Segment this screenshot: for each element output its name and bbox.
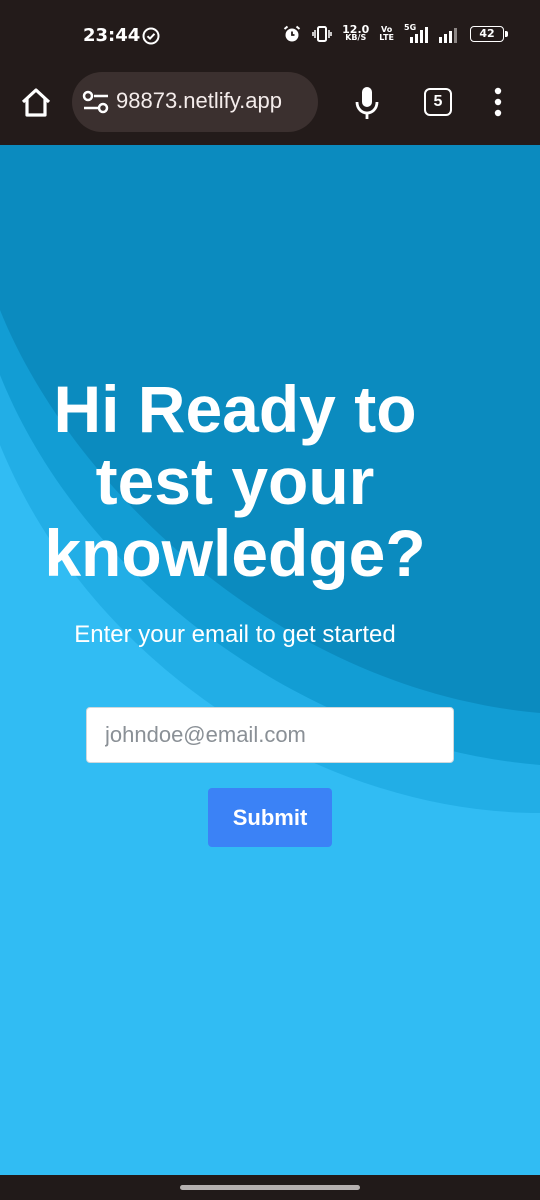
url-bar[interactable]: 98873.netlify.app — [72, 72, 318, 132]
check-circle-icon — [142, 27, 160, 45]
page-heading: Hi Ready to test your knowledge? — [0, 373, 470, 589]
heading-line: test your — [95, 444, 375, 518]
signal-icon — [439, 28, 457, 43]
heading-line: knowledge? — [44, 516, 426, 590]
tab-switcher-button[interactable]: 5 — [424, 88, 452, 116]
browser-toolbar: 98873.netlify.app 5 — [0, 72, 540, 217]
signal-5g: 5G — [404, 24, 428, 44]
mic-icon[interactable] — [352, 85, 382, 121]
battery-icon: 42 — [470, 26, 508, 42]
wave-background — [0, 145, 540, 1175]
url-text: 98873.netlify.app — [116, 88, 282, 113]
signal-icon — [410, 27, 428, 43]
status-time: 23:44 — [83, 25, 141, 46]
navigation-bar — [0, 1175, 540, 1200]
heading-line: Hi Ready to — [53, 372, 417, 446]
page-subheading: Enter your email to get started — [74, 621, 396, 648]
status-bar: 23:44 12.0 KB/S Vo LTE 5G 42 — [0, 0, 540, 72]
submit-button[interactable]: Submit — [208, 788, 332, 847]
gesture-handle[interactable] — [180, 1185, 360, 1190]
network-speed: 12.0 KB/S — [342, 23, 370, 42]
status-icons: 12.0 KB/S Vo LTE 5G 42 — [282, 23, 508, 44]
alarm-icon — [284, 25, 301, 42]
home-icon[interactable] — [18, 85, 54, 121]
tune-icon[interactable] — [82, 89, 110, 115]
volte-indicator: Vo LTE — [379, 25, 394, 42]
vibrate-icon — [312, 26, 332, 42]
more-vert-icon[interactable] — [488, 86, 508, 118]
web-page: Hi Ready to test your knowledge? Enter y… — [0, 145, 540, 1175]
email-input[interactable] — [86, 707, 454, 763]
